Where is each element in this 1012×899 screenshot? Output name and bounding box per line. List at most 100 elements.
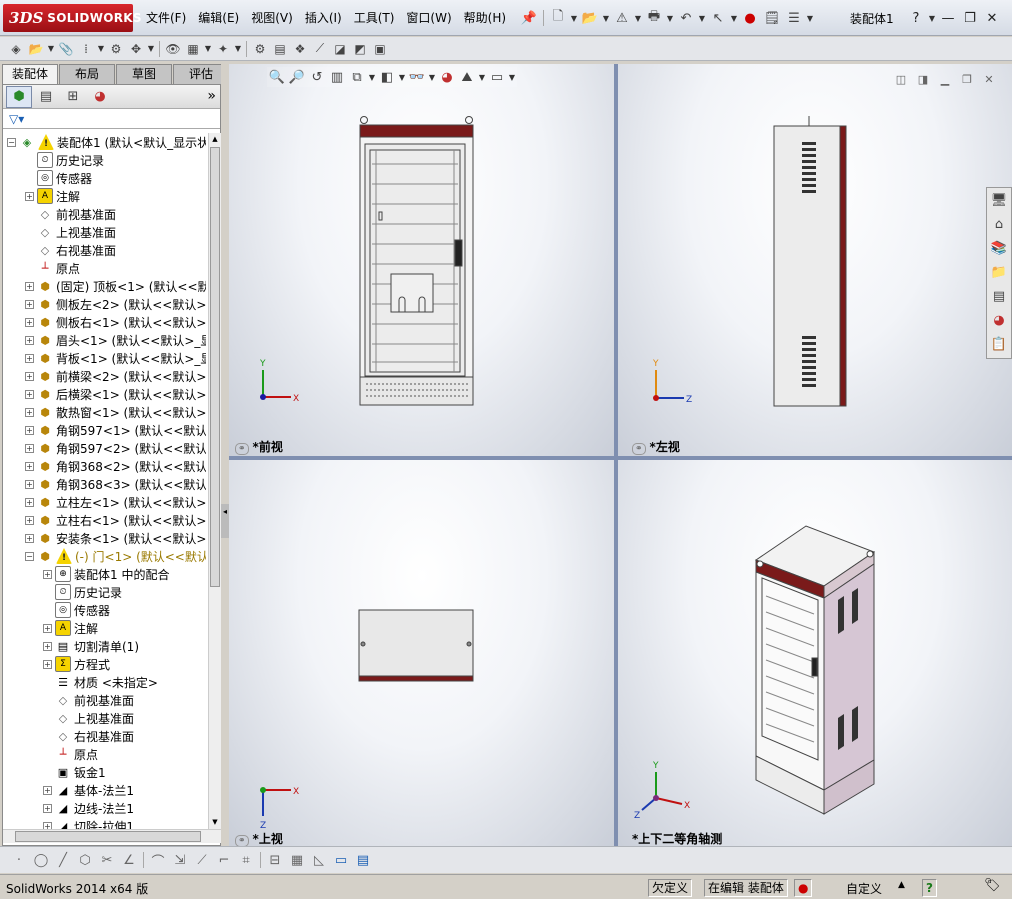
viewport-close-icon[interactable]: ✕ <box>978 70 1000 88</box>
assembly-features-icon[interactable]: ▦ <box>183 39 203 59</box>
table-icon[interactable]: ▤ <box>352 849 374 871</box>
show-hidden-icon[interactable]: 👁 <box>163 39 183 59</box>
link-views-icon[interactable]: ⚭ <box>235 443 249 455</box>
close-button[interactable]: ✕ <box>981 7 1003 29</box>
expand-icon[interactable]: + <box>43 569 52 579</box>
tree-item[interactable]: + ⊕ 装配体1 中的配合 <box>3 565 206 583</box>
collapse-icon[interactable]: − <box>25 551 34 561</box>
viewport-minimize-icon[interactable]: ▁ <box>934 70 956 88</box>
tree-item[interactable]: + A 注解 <box>3 619 206 637</box>
tree-item[interactable]: + ⬢ 侧板左<2> (默认<<默认>_显示 <box>3 295 206 313</box>
tree-item[interactable]: ⏲ 历史记录 <box>3 583 206 601</box>
expand-icon[interactable]: + <box>25 389 34 399</box>
tree-item[interactable]: ◇ 上视基准面 <box>3 709 206 727</box>
line-icon[interactable]: ╱ <box>52 849 74 871</box>
options-icon[interactable]: ☰ <box>783 7 805 29</box>
minimize-button[interactable]: — <box>937 7 959 29</box>
units-system[interactable]: 自定义 <box>846 880 882 897</box>
menu-view[interactable]: 视图(V) <box>245 9 299 27</box>
viewport-horizontal-divider[interactable] <box>229 456 1012 460</box>
chevron-down-icon[interactable]: ▼ <box>729 14 739 23</box>
new-document-icon[interactable]: 🗋 <box>547 7 569 29</box>
chevron-down-icon[interactable]: ▼ <box>146 44 156 53</box>
file-explorer-icon[interactable]: 📁 <box>987 260 1011 284</box>
linear-pattern-icon[interactable]: ⁞ <box>76 39 96 59</box>
solidworks-logo[interactable]: 3DS SOLIDWORKS <box>3 4 142 32</box>
tree-item[interactable]: ◎ 传感器 <box>3 601 206 619</box>
chevron-down-icon[interactable]: ▼ <box>805 14 815 23</box>
tree-item[interactable]: + ◢ 边线-法兰1 <box>3 799 206 817</box>
tree-item[interactable]: + ⬢ 角钢597<2> (默认<<默认>_显 <box>3 439 206 457</box>
expand-icon[interactable]: + <box>43 623 52 633</box>
expand-icon[interactable]: + <box>43 641 52 651</box>
tree-item[interactable]: + ⬢ 前横梁<2> (默认<<默认>_显示 <box>3 367 206 385</box>
expand-icon[interactable]: + <box>25 353 34 363</box>
tree-item[interactable]: ◇ 前视基准面 <box>3 691 206 709</box>
chevron-down-icon[interactable]: ▼ <box>477 73 487 82</box>
appearances-icon[interactable]: ◕ <box>987 308 1011 332</box>
display-style-icon[interactable]: ◧ <box>377 67 397 87</box>
tree-item[interactable]: + ⬢ 背板<1> (默认<<默认>_显示抗 <box>3 349 206 367</box>
expand-icon[interactable]: + <box>43 803 52 813</box>
expand-icon[interactable]: + <box>25 515 34 525</box>
tree-item[interactable]: ◇ 右视基准面 <box>3 241 206 259</box>
tree-item[interactable]: + ⬢ 立柱左<1> (默认<<默认>_显示 <box>3 493 206 511</box>
tree-item[interactable]: −⬢!(-) 门<1> (默认<<默认>_显 <box>3 547 206 565</box>
split-views-icon[interactable]: ◨ <box>912 70 934 88</box>
scroll-up-icon[interactable]: ▲ <box>210 133 220 146</box>
display-manager-icon[interactable]: ◕ <box>87 86 113 108</box>
chevron-down-icon[interactable]: ▼ <box>507 73 517 82</box>
chevron-down-icon[interactable]: ▼ <box>367 73 377 82</box>
chevron-down-icon[interactable]: ▼ <box>927 14 937 23</box>
construction-geometry-icon[interactable]: ◺ <box>308 849 330 871</box>
tree-horizontal-scrollbar[interactable] <box>3 829 221 843</box>
view-palette-icon[interactable]: ▤ <box>987 284 1011 308</box>
expand-icon[interactable]: + <box>25 191 34 201</box>
polygon-icon[interactable]: ⬡ <box>74 849 96 871</box>
interference-detection-icon[interactable]: ◪ <box>330 39 350 59</box>
chevron-up-icon[interactable]: ▲ <box>898 880 905 890</box>
chevron-down-icon[interactable]: ▼ <box>46 44 56 53</box>
chevron-down-icon[interactable]: ▼ <box>633 14 643 23</box>
tree-item[interactable]: + ⬢ 侧板右<1> (默认<<默认>_显示 <box>3 313 206 331</box>
tree-item[interactable]: ┴ 原点 <box>3 745 206 763</box>
menu-tools[interactable]: 工具(T) <box>348 9 401 27</box>
tree-item[interactable]: ◇ 右视基准面 <box>3 727 206 745</box>
viewport-top[interactable]: Z X ⚭ *上视 <box>229 460 616 847</box>
tree-item[interactable]: + ◢ 切除-拉伸1 <box>3 817 206 829</box>
tree-item[interactable]: + ⬢ 散热窗<1> (默认<<默认>_显示 <box>3 403 206 421</box>
expand-icon[interactable]: + <box>25 407 34 417</box>
tag-icon[interactable]: 🏷 <box>984 878 1001 893</box>
link-views-icon[interactable]: ◫ <box>890 70 912 88</box>
menu-file[interactable]: 文件(F) <box>140 9 192 27</box>
tree-item[interactable]: + ⬢ 后横梁<1> (默认<<默认>_显示 <box>3 385 206 403</box>
save-warning-icon[interactable]: ⚠ <box>611 7 633 29</box>
chevron-down-icon[interactable]: ▼ <box>427 73 437 82</box>
exploded-view-icon[interactable]: ❖ <box>290 39 310 59</box>
menu-insert[interactable]: 插入(I) <box>299 9 348 27</box>
custom-properties-icon[interactable]: 📋 <box>987 332 1011 356</box>
rectangle-icon[interactable]: ▭ <box>330 849 352 871</box>
tree-item[interactable]: + ⬢ 角钢368<2> (默认<<默认>_显 <box>3 457 206 475</box>
expand-icon[interactable]: + <box>25 479 34 489</box>
chevron-down-icon[interactable]: ▼ <box>601 14 611 23</box>
collapse-panel-handle[interactable]: ◂ <box>221 504 229 538</box>
rebuild-traffic-light-icon[interactable]: ● <box>739 7 761 29</box>
chevron-down-icon[interactable]: ▼ <box>397 73 407 82</box>
scroll-thumb[interactable] <box>210 147 220 587</box>
tree-item[interactable]: + ⬢ 角钢368<3> (默认<<默认>_显 <box>3 475 206 493</box>
expand-icon[interactable]: + <box>25 461 34 471</box>
hide-show-items-icon[interactable]: 👓 <box>407 67 427 87</box>
tree-item[interactable]: + ⬢ 立柱右<1> (默认<<默认>_显示 <box>3 511 206 529</box>
instant3d-icon[interactable]: ▣ <box>370 39 390 59</box>
link-views-icon[interactable]: ⚭ <box>632 443 646 455</box>
tab-layout[interactable]: 布局 <box>59 64 115 84</box>
smart-dimension-icon[interactable]: ⇲ <box>169 849 191 871</box>
viewport-front[interactable]: Y X ⚭ *前视 <box>229 64 616 456</box>
design-library-icon[interactable]: 📚 <box>987 236 1011 260</box>
tree-item[interactable]: + ▤ 切割清单(1) <box>3 637 206 655</box>
expand-icon[interactable]: + <box>25 371 34 381</box>
help-icon[interactable]: ? <box>922 879 937 897</box>
tree-item[interactable]: ⏲ 历史记录 <box>3 151 206 169</box>
select-arrow-icon[interactable]: ↖ <box>707 7 729 29</box>
